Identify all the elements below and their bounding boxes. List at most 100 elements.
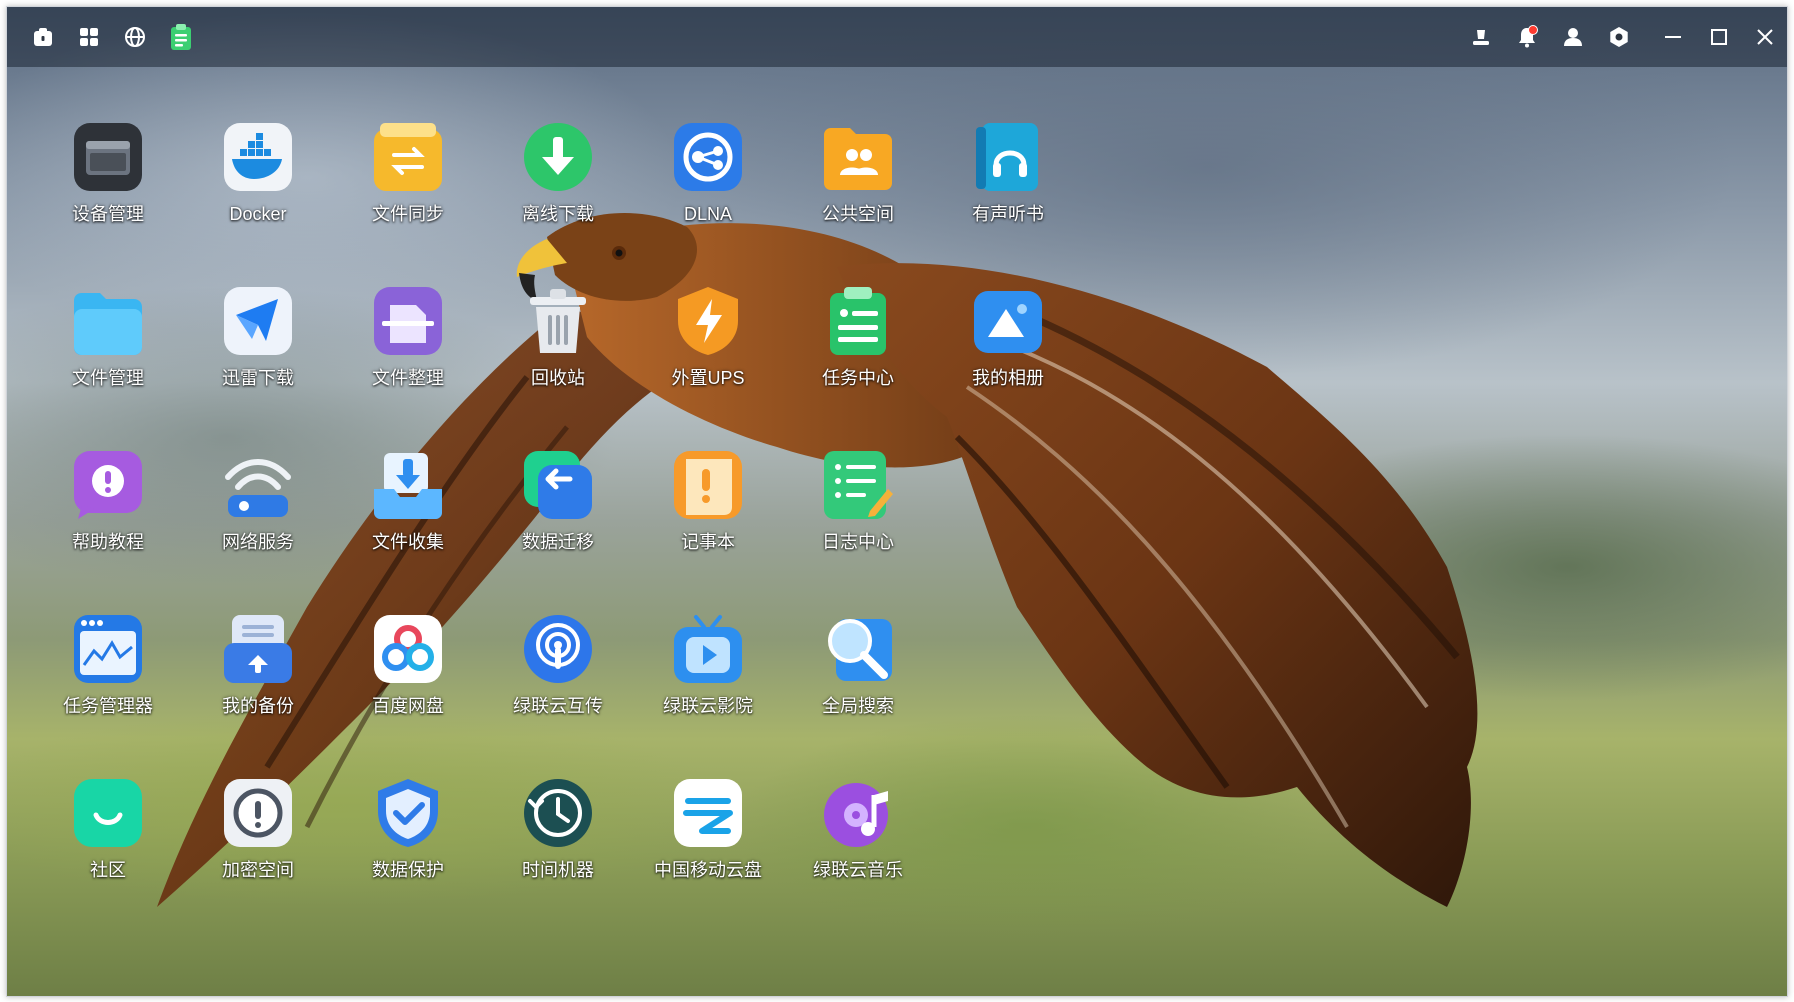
app-label: 任务管理器 xyxy=(63,696,153,716)
task-clipboard-icon[interactable] xyxy=(165,21,197,53)
app-label: 有声听书 xyxy=(972,204,1044,224)
app-label: 数据迁移 xyxy=(522,532,594,552)
app-file-manager[interactable]: 文件管理 xyxy=(38,255,178,395)
app-ugreen-music[interactable]: 绿联云音乐 xyxy=(788,747,928,887)
global-search-icon xyxy=(822,613,894,685)
app-recycle-bin[interactable]: 回收站 xyxy=(488,255,628,395)
app-label: 网络服务 xyxy=(222,532,294,552)
app-label: DLNA xyxy=(683,204,732,224)
app-label: 中国移动云盘 xyxy=(654,860,762,880)
top-bar xyxy=(7,7,1787,67)
settings-icon[interactable] xyxy=(1603,21,1635,53)
app-encrypted-space[interactable]: 加密空间 xyxy=(188,747,328,887)
upload-queue-icon[interactable] xyxy=(1465,21,1497,53)
app-label: 文件同步 xyxy=(372,204,444,224)
app-global-search[interactable]: 全局搜索 xyxy=(788,583,928,723)
app-label: 帮助教程 xyxy=(72,532,144,552)
app-network-service[interactable]: 网络服务 xyxy=(188,419,328,559)
time-machine-icon xyxy=(522,777,594,849)
dlna-icon xyxy=(672,121,744,193)
app-time-machine[interactable]: 时间机器 xyxy=(488,747,628,887)
my-album-icon xyxy=(972,285,1044,357)
app-label: 文件整理 xyxy=(372,368,444,388)
maximize-icon[interactable] xyxy=(1703,21,1735,53)
close-icon[interactable] xyxy=(1749,21,1781,53)
public-space-icon xyxy=(822,121,894,193)
app-label: 文件管理 xyxy=(72,368,144,388)
app-label: 日志中心 xyxy=(822,532,894,552)
home-icon[interactable] xyxy=(27,21,59,53)
app-ugreen-cinema[interactable]: 绿联云影院 xyxy=(638,583,778,723)
file-sync-icon xyxy=(372,121,444,193)
app-xunlei-download[interactable]: 迅雷下载 xyxy=(188,255,328,395)
app-offline-download[interactable]: 离线下载 xyxy=(488,91,628,231)
ugreen-music-icon xyxy=(822,777,894,849)
app-label: 我的相册 xyxy=(972,368,1044,388)
app-baidu-netdisk[interactable]: 百度网盘 xyxy=(338,583,478,723)
data-protection-icon xyxy=(372,777,444,849)
baidu-netdisk-icon xyxy=(372,613,444,685)
app-task-center[interactable]: 任务中心 xyxy=(788,255,928,395)
app-task-manager[interactable]: 任务管理器 xyxy=(38,583,178,723)
app-my-backup[interactable]: 我的备份 xyxy=(188,583,328,723)
app-label: 外置UPS xyxy=(671,368,745,388)
file-organize-icon xyxy=(372,285,444,357)
app-label: 社区 xyxy=(90,860,126,880)
app-label: 记事本 xyxy=(681,532,735,552)
app-notepad[interactable]: 记事本 xyxy=(638,419,778,559)
app-grid-icon[interactable] xyxy=(73,21,105,53)
app-label: 离线下载 xyxy=(522,204,594,224)
app-help-tutorial[interactable]: 帮助教程 xyxy=(38,419,178,559)
app-label: 回收站 xyxy=(531,368,585,388)
offline-download-icon xyxy=(522,121,594,193)
help-tutorial-icon xyxy=(72,449,144,521)
app-device-manager[interactable]: 设备管理 xyxy=(38,91,178,231)
file-collect-icon xyxy=(372,449,444,521)
external-ups-icon xyxy=(672,285,744,357)
app-label: 迅雷下载 xyxy=(222,368,294,388)
app-external-ups[interactable]: 外置UPS xyxy=(638,255,778,395)
app-label: 设备管理 xyxy=(72,204,144,224)
audiobook-icon xyxy=(972,121,1044,193)
recycle-bin-icon xyxy=(522,285,594,357)
my-backup-icon xyxy=(222,613,294,685)
app-ugreen-transfer[interactable]: 绿联云互传 xyxy=(488,583,628,723)
app-my-album[interactable]: 我的相册 xyxy=(938,255,1078,395)
app-log-center[interactable]: 日志中心 xyxy=(788,419,928,559)
app-file-collect[interactable]: 文件收集 xyxy=(338,419,478,559)
app-data-protection[interactable]: 数据保护 xyxy=(338,747,478,887)
app-label: 绿联云互传 xyxy=(513,696,603,716)
community-icon xyxy=(72,777,144,849)
file-manager-icon xyxy=(72,285,144,357)
app-file-sync[interactable]: 文件同步 xyxy=(338,91,478,231)
encrypted-space-icon xyxy=(222,777,294,849)
docker-icon xyxy=(222,121,294,193)
app-label: 全局搜索 xyxy=(822,696,894,716)
app-china-mobile-cloud[interactable]: 中国移动云盘 xyxy=(638,747,778,887)
task-manager-icon xyxy=(72,613,144,685)
nas-desktop-window: 设备管理 Docker 文件同步 离线下载 DLNA 公共空间 有声听书 文件管… xyxy=(6,6,1788,997)
app-label: 数据保护 xyxy=(372,860,444,880)
app-audiobook[interactable]: 有声听书 xyxy=(938,91,1078,231)
ugreen-transfer-icon xyxy=(522,613,594,685)
app-data-migration[interactable]: 数据迁移 xyxy=(488,419,628,559)
app-label: 文件收集 xyxy=(372,532,444,552)
app-dlna[interactable]: DLNA xyxy=(638,91,778,231)
app-community[interactable]: 社区 xyxy=(38,747,178,887)
log-center-icon xyxy=(822,449,894,521)
app-label: 时间机器 xyxy=(522,860,594,880)
app-label: 任务中心 xyxy=(822,368,894,388)
app-label: 绿联云影院 xyxy=(663,696,753,716)
desktop-app-grid: 设备管理 Docker 文件同步 离线下载 DLNA 公共空间 有声听书 文件管… xyxy=(7,67,1787,996)
app-label: 加密空间 xyxy=(222,860,294,880)
ugreen-cinema-icon xyxy=(672,613,744,685)
minimize-icon[interactable] xyxy=(1657,21,1689,53)
user-icon[interactable] xyxy=(1557,21,1589,53)
task-center-icon xyxy=(822,285,894,357)
app-docker[interactable]: Docker xyxy=(188,91,328,231)
globe-icon[interactable] xyxy=(119,21,151,53)
app-file-organize[interactable]: 文件整理 xyxy=(338,255,478,395)
app-label: 公共空间 xyxy=(822,204,894,224)
bell-icon[interactable] xyxy=(1511,21,1543,53)
app-public-space[interactable]: 公共空间 xyxy=(788,91,928,231)
